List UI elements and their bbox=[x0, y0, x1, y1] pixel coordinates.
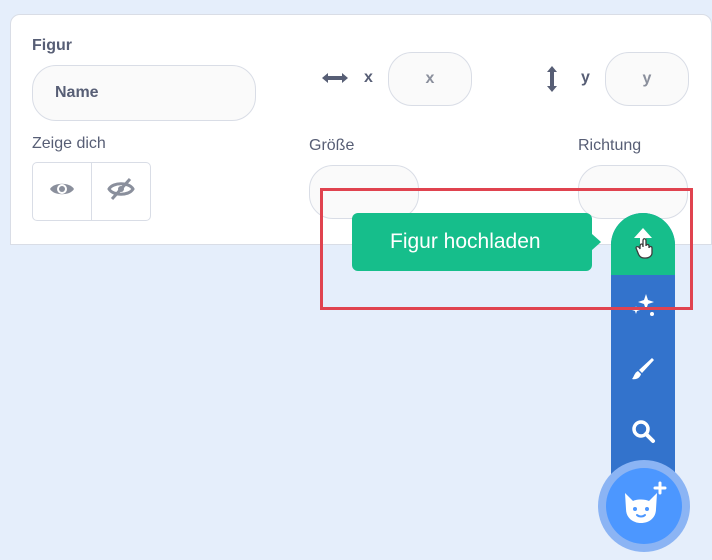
direction-input[interactable] bbox=[578, 165, 688, 219]
show-button[interactable] bbox=[33, 163, 91, 220]
x-input[interactable]: x bbox=[388, 52, 472, 106]
x-label: x bbox=[364, 69, 373, 86]
visibility-toggle bbox=[32, 162, 151, 221]
paint-sprite-button[interactable] bbox=[611, 343, 675, 399]
eye-icon bbox=[48, 179, 76, 204]
size-label: Größe bbox=[309, 137, 355, 154]
y-input[interactable]: y bbox=[605, 52, 689, 106]
search-icon bbox=[630, 418, 656, 449]
choose-sprite-button[interactable] bbox=[611, 405, 675, 461]
sprite-info-panel: Figur Name x x y y Zeige dich Größe Rich… bbox=[10, 14, 712, 245]
horizontal-arrows-icon bbox=[317, 67, 353, 89]
direction-label: Richtung bbox=[578, 137, 642, 154]
sparkles-icon bbox=[630, 292, 656, 323]
hide-button[interactable] bbox=[91, 163, 150, 220]
show-label: Zeige dich bbox=[32, 135, 106, 152]
y-label: y bbox=[581, 69, 590, 86]
upload-sprite-button[interactable] bbox=[611, 213, 675, 275]
upload-tooltip: Figur hochladen bbox=[352, 213, 601, 271]
upload-icon bbox=[628, 225, 658, 264]
cat-plus-icon bbox=[619, 481, 669, 532]
eye-crossed-icon bbox=[107, 177, 135, 206]
choose-sprite-main-button[interactable] bbox=[606, 468, 682, 544]
sprite-name-input[interactable]: Name bbox=[32, 65, 256, 121]
surprise-sprite-button[interactable] bbox=[611, 279, 675, 335]
size-input[interactable] bbox=[309, 165, 419, 219]
sprite-label: Figur bbox=[32, 37, 72, 54]
paintbrush-icon bbox=[630, 356, 656, 387]
vertical-arrows-icon bbox=[541, 63, 563, 95]
